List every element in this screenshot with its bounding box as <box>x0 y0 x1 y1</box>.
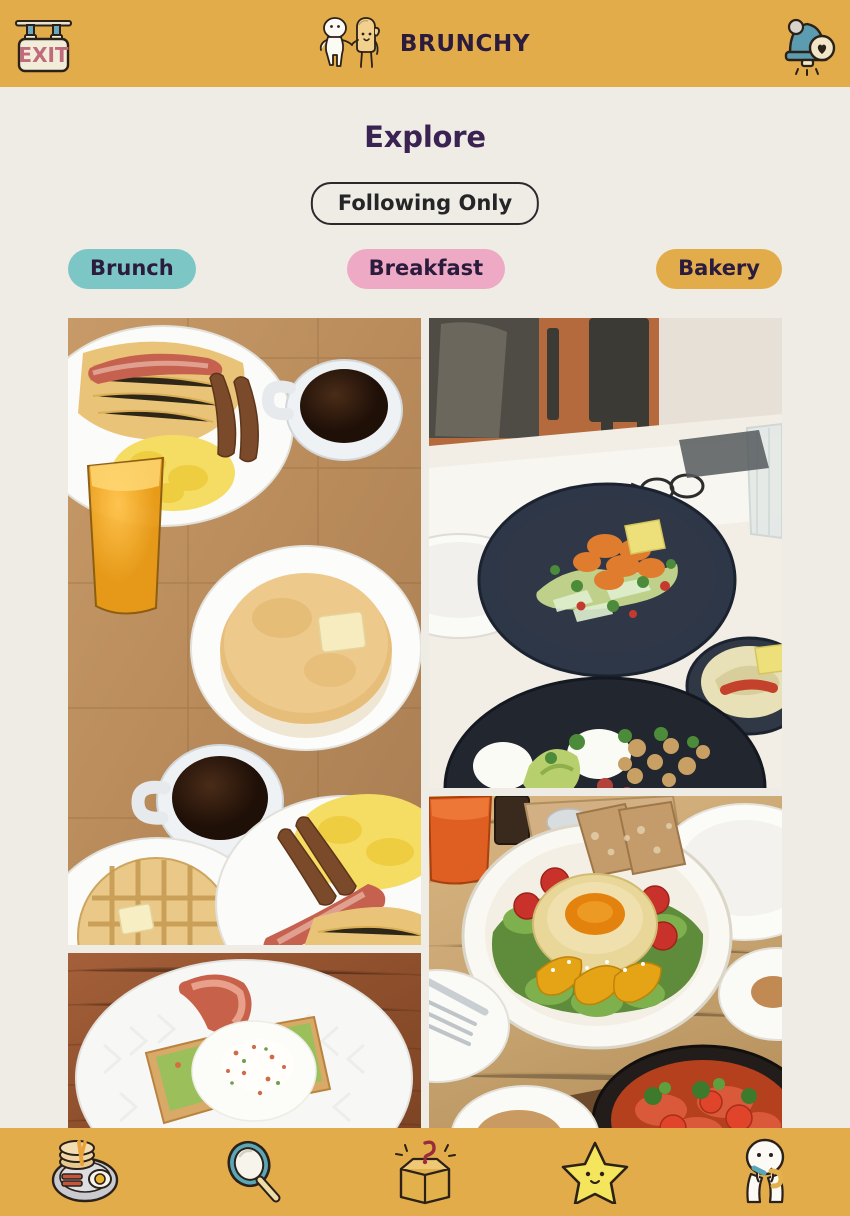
restaurant-table-brunch-photo <box>429 318 782 788</box>
nav-item-search[interactable] <box>215 1136 295 1208</box>
app-header: EXIT BRUNCHY <box>0 0 850 87</box>
photo-card[interactable] <box>429 318 782 788</box>
mystery-box-icon <box>395 1140 456 1205</box>
exit-sign-icon: EXIT <box>15 20 72 73</box>
bottom-navigation-bar <box>0 1128 850 1216</box>
exit-button[interactable]: EXIT <box>12 10 75 76</box>
following-only-filter-button[interactable]: Following Only <box>310 182 540 225</box>
brand-name: BRUNCHY <box>399 30 531 57</box>
bell-with-heart-icon <box>784 18 836 76</box>
photo-grid-column-right <box>429 318 782 1138</box>
photo-card[interactable] <box>68 953 421 1138</box>
category-chip-breakfast[interactable]: Breakfast <box>346 249 506 289</box>
category-chip-bakery[interactable]: Bakery <box>656 249 782 289</box>
star-icon <box>561 1141 629 1204</box>
avocado-toast-photo <box>68 953 421 1138</box>
photo-card[interactable] <box>429 796 782 1138</box>
breakfast-platter-photo <box>68 318 421 945</box>
nav-item-surprise[interactable] <box>385 1136 465 1208</box>
notifications-button[interactable] <box>776 8 838 78</box>
nav-item-feed[interactable] <box>45 1136 125 1208</box>
breakfast-plate-icon <box>51 1140 119 1203</box>
category-chip-row: Brunch Breakfast Bakery <box>68 249 782 289</box>
blob-character-icon <box>745 1138 785 1204</box>
photo-grid <box>68 318 782 1138</box>
photo-grid-column-left <box>68 318 421 1138</box>
blob-and-toast-characters-icon <box>319 16 380 68</box>
page-title: Explore <box>364 120 486 154</box>
photo-card[interactable] <box>68 318 421 945</box>
category-chip-brunch[interactable]: Brunch <box>68 249 196 289</box>
magnifying-glass-icon <box>227 1140 281 1203</box>
brand-logo: BRUNCHY <box>316 15 530 73</box>
svg-text:EXIT: EXIT <box>18 43 69 67</box>
nav-item-profile[interactable] <box>725 1136 805 1208</box>
nav-item-favorites[interactable] <box>555 1136 635 1208</box>
hummus-salad-bowl-photo <box>429 796 782 1138</box>
